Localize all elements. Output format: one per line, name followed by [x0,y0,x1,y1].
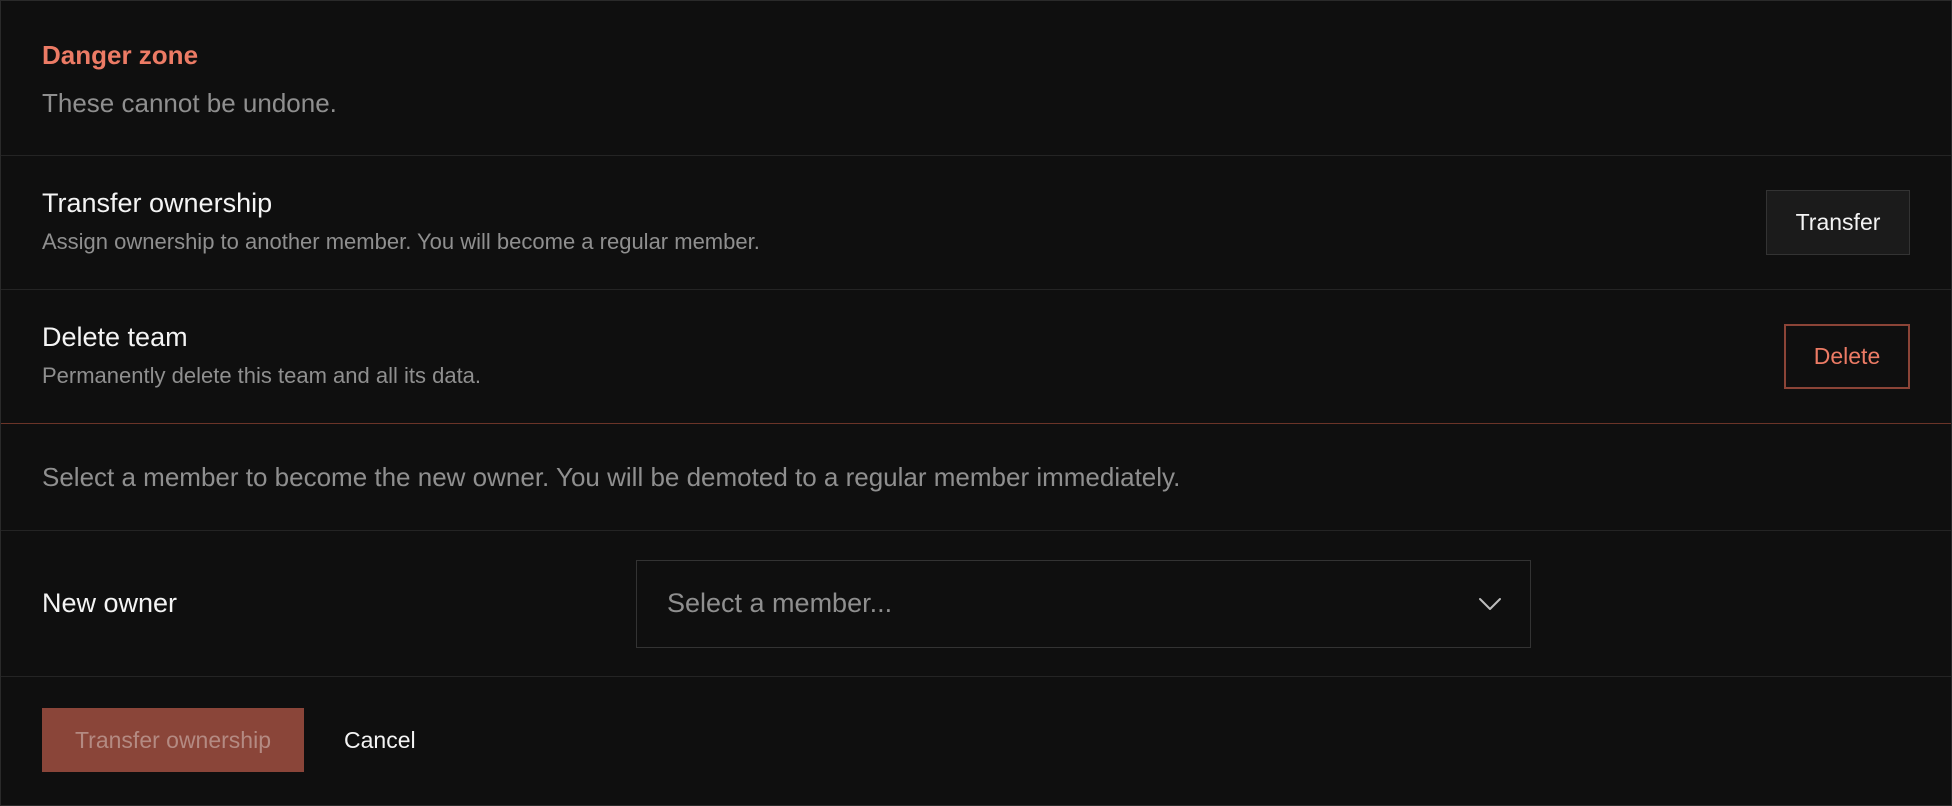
delete-team-text: Delete team Permanently delete this team… [42,320,481,390]
delete-button[interactable]: Delete [1784,324,1910,389]
new-owner-select[interactable]: Select a member... [636,559,1531,648]
transfer-ownership-text: Transfer ownership Assign ownership to a… [42,186,760,256]
transfer-ownership-description: Assign ownership to another member. You … [42,228,760,254]
danger-zone-header: Danger zone These cannot be undone. [1,1,1951,156]
transfer-notice: Select a member to become the new owner.… [1,424,1951,531]
danger-zone-title: Danger zone [42,40,199,70]
confirm-transfer-button[interactable]: Transfer ownership [42,708,304,772]
danger-zone-subtitle: These cannot be undone. [42,88,337,118]
delete-team-row: Delete team Permanently delete this team… [1,290,1951,424]
danger-zone-panel: Danger zone These cannot be undone. Tran… [0,0,1952,806]
new-owner-select-placeholder: Select a member... [667,588,893,618]
transfer-ownership-name: Transfer ownership [42,187,273,218]
cancel-button[interactable]: Cancel [330,708,430,772]
transfer-button[interactable]: Transfer [1766,190,1910,255]
transfer-ownership-row: Transfer ownership Assign ownership to a… [1,156,1951,290]
delete-team-name: Delete team [42,321,188,352]
delete-team-description: Permanently delete this team and all its… [42,362,482,388]
chevron-down-icon [1478,597,1502,611]
new-owner-field: New owner Select a member... [1,531,1951,677]
new-owner-label: New owner [42,588,178,618]
form-footer: Transfer ownership Cancel [1,677,1951,803]
